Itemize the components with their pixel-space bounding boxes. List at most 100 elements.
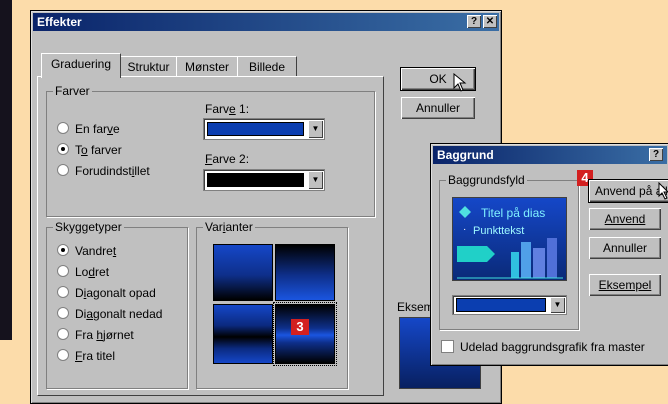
help-button[interactable]: ?	[467, 15, 481, 28]
annuller-label: Annuller	[415, 101, 461, 115]
radio-label: Di	[75, 307, 87, 321]
anvend-button[interactable]: Anvend	[589, 208, 661, 230]
ok-label: OK	[429, 72, 447, 86]
udelad-checkbox[interactable]	[441, 340, 454, 353]
farve2-label: Farve 2:	[205, 152, 249, 166]
anvend-paa-alle-button[interactable]: Anvend på alle	[588, 179, 668, 203]
radio-label: ra titel	[82, 349, 116, 363]
radio-circle	[57, 164, 69, 176]
radio-label: llet	[134, 164, 150, 178]
tab-label: Graduering	[50, 57, 112, 71]
baggrund-fill-dropdown[interactable]: ▼	[452, 295, 567, 315]
mouse-cursor-icon	[453, 73, 467, 92]
tab-label: Struktur	[127, 60, 170, 74]
radio-label: En far	[75, 122, 108, 136]
diamond-bullet-icon	[459, 206, 471, 218]
baggrundsfyld-group: Baggrundsfyld Titel på dias · Punkttekst…	[439, 173, 579, 330]
farve1-label-text: Farv	[205, 102, 229, 116]
radio-vandret[interactable]: Vandret	[57, 244, 116, 258]
radio-forudindstillet[interactable]: Forudindstillet	[57, 164, 150, 178]
farve2-dropdown[interactable]: ▼	[203, 169, 325, 191]
radio-circle	[57, 328, 69, 340]
tab-moenster[interactable]: Mønster	[176, 56, 238, 77]
chevron-down-icon[interactable]: ▼	[308, 120, 323, 138]
varianter-label-text: Var	[205, 220, 223, 234]
farve1-mnemonic: e	[229, 102, 236, 116]
preview-title: Titel på dias	[481, 206, 546, 220]
radio-circle	[57, 265, 69, 277]
tab-label: Mønster	[184, 60, 229, 74]
anvend-paa-alle-label: Anvend på alle	[595, 184, 668, 198]
annuller-button[interactable]: Annuller	[401, 97, 475, 119]
radio-circle	[57, 122, 69, 134]
radio-circle	[57, 286, 69, 298]
tab-struktur[interactable]: Struktur	[120, 56, 177, 77]
radio-label: D	[75, 286, 84, 300]
farve2-label-text: arve 2:	[212, 152, 250, 166]
varianter-label-text: anter	[225, 220, 253, 234]
baggrund-dialog: Baggrund ? Baggrundsfyld Titel på dias ·…	[430, 143, 668, 366]
farver-group: Farver En farve To farver Forudindstille…	[46, 84, 375, 217]
skyggetyper-group: Skyggetyper Vandret Lodret Diagonalt opa…	[46, 220, 188, 389]
annuller-button-baggrund[interactable]: Annuller	[589, 237, 661, 259]
effekter-titlebar: Effekter ? ✕	[33, 13, 499, 31]
tab-panel: Farver En farve To farver Forudindstille…	[37, 76, 384, 396]
anvend-label: Anvend	[604, 212, 646, 226]
farve1-dropdown[interactable]: ▼	[203, 118, 325, 140]
varianter-group-label: Varianter	[203, 220, 255, 234]
radio-circle	[57, 143, 69, 155]
slide-preview: Titel på dias · Punkttekst	[452, 197, 567, 281]
udelad-checkbox-row[interactable]: Udelad baggrundsgrafik fra master	[441, 340, 645, 354]
radio-label: Forudindst	[75, 164, 132, 178]
radio-label: Lo	[75, 265, 89, 279]
radio-en-farve[interactable]: En farve	[57, 122, 120, 136]
radio-mnemonic: t	[112, 244, 117, 258]
eksempel-label: Eksem	[397, 300, 434, 314]
fill-swatch	[456, 298, 546, 312]
eksempel-button[interactable]: Eksempel	[589, 274, 661, 296]
radio-label: Vandre	[75, 244, 113, 258]
baggrundsfyld-group-label: Baggrundsfyld	[446, 173, 527, 187]
help-button[interactable]: ?	[649, 148, 663, 161]
udelad-checkbox-label: Udelad baggrundsgrafik fra master	[460, 340, 645, 354]
radio-circle	[57, 244, 69, 256]
radio-fra-titel[interactable]: Fra titel	[57, 349, 115, 363]
radio-label: ret	[95, 265, 110, 279]
radio-diagonalt-opad[interactable]: Diagonalt opad	[57, 286, 156, 300]
effekter-title: Effekter	[37, 15, 82, 29]
baggrund-title: Baggrund	[437, 148, 494, 162]
radio-label: Fra	[75, 328, 97, 342]
radio-fra-hjoernet[interactable]: Fra hjørnet	[57, 328, 134, 342]
radio-to-farver[interactable]: To farver	[57, 143, 122, 157]
chevron-down-icon[interactable]: ▼	[550, 297, 565, 313]
background-dark-edge	[0, 0, 12, 340]
radio-label: gonalt nedad	[93, 307, 163, 321]
close-button[interactable]: ✕	[483, 15, 497, 28]
variant-3[interactable]	[213, 304, 273, 364]
radio-label: agonalt opad	[86, 286, 156, 300]
radio-circle	[57, 349, 69, 361]
variant-4-selected[interactable]: 3	[273, 302, 337, 366]
tab-label: Billede	[248, 60, 286, 74]
preview-chart-graphic	[457, 238, 563, 279]
mouse-cursor-icon	[658, 182, 668, 200]
tab-graduering[interactable]: Graduering	[41, 53, 121, 78]
radio-lodret[interactable]: Lodret	[57, 265, 109, 279]
variant-1[interactable]	[213, 244, 273, 301]
tab-billede[interactable]: Billede	[237, 56, 297, 77]
farve1-swatch	[207, 122, 304, 136]
farver-group-label: Farver	[53, 84, 92, 98]
radio-diagonalt-nedad[interactable]: Diagonalt nedad	[57, 307, 162, 321]
radio-mnemonic: o	[81, 143, 88, 157]
step-badge-3: 3	[291, 319, 309, 335]
farve1-label: Farve 1:	[205, 102, 249, 116]
radio-label: farver	[87, 143, 122, 157]
radio-circle	[57, 307, 69, 319]
eksempel-label: Eksempel	[598, 278, 652, 292]
radio-label: e	[113, 122, 120, 136]
chevron-down-icon[interactable]: ▼	[308, 171, 323, 189]
variant-2[interactable]	[275, 244, 335, 301]
skyggetyper-group-label: Skyggetyper	[53, 220, 124, 234]
varianter-group: Varianter 3	[196, 220, 348, 389]
radio-label: jørnet	[103, 328, 134, 342]
